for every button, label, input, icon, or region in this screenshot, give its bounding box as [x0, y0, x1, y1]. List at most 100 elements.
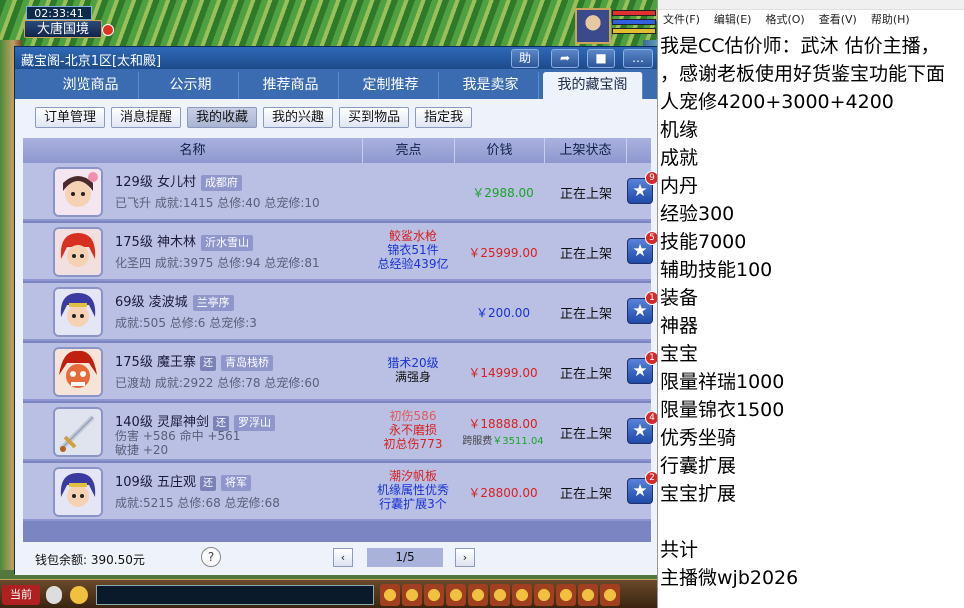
item-stats: 成就:505 总修:6 总宠修:3 — [115, 314, 257, 331]
shortcut-icon[interactable] — [468, 584, 488, 606]
prev-page-button[interactable]: ‹ — [333, 548, 353, 567]
tab-custom[interactable]: 定制推荐 — [343, 72, 439, 99]
shortcut-icon[interactable] — [556, 584, 576, 606]
shortcut-icon[interactable] — [424, 584, 444, 606]
highlight-text: 初总伤773 — [383, 437, 443, 451]
notepad-line: 限量祥瑞1000 — [660, 371, 785, 393]
subtabs: 订单管理 消息提醒 我的收藏 我的兴趣 买到物品 指定我 — [35, 107, 473, 128]
hp-bar — [612, 10, 656, 16]
subtab-interests[interactable]: 我的兴趣 — [263, 107, 334, 128]
sp-bar — [612, 28, 656, 34]
shortcut-icon[interactable] — [534, 584, 554, 606]
table-row[interactable]: 109级 五庄观还将军 成就:5215 总修:68 总宠修:68 潮汐帆板 机缘属性优… — [23, 463, 659, 521]
tab-browse[interactable]: 浏览商品 — [43, 72, 139, 99]
item-stats-line: 已飞升 成就:1415 总修:40 总宠修:10 — [115, 196, 320, 210]
help-button[interactable]: 助 — [511, 49, 539, 68]
item-avatar[interactable] — [53, 407, 103, 457]
table-row[interactable]: 129级 女儿村 成都府已飞升 成就:1415 总修:40 总宠修:10 ￥2988… — [23, 163, 659, 221]
notepad-line: 我是CC估价师：武沐 估价主播， — [660, 35, 940, 57]
tab-my-pavilion[interactable]: 我的藏宝阁 — [543, 72, 643, 99]
notepad-line: 机缘 — [660, 119, 699, 141]
item-avatar[interactable] — [53, 227, 103, 277]
chat-channel-button[interactable]: 当前 — [2, 585, 40, 605]
item-price: ￥14999.00 — [453, 364, 553, 381]
settings-icon[interactable]: ■ — [587, 49, 615, 68]
shortcut-icon[interactable] — [380, 584, 400, 606]
mp-bar — [612, 19, 656, 25]
help-icon[interactable]: ? — [201, 547, 221, 567]
microphone-icon[interactable] — [46, 586, 62, 604]
main-tabs: 浏览商品 公示期 推荐商品 定制推荐 我是卖家 我的藏宝阁 — [15, 69, 657, 99]
server-badge: 沂水雪山 — [200, 235, 253, 251]
chat-input[interactable] — [96, 585, 374, 605]
subtab-favorites[interactable]: 我的收藏 — [187, 107, 258, 128]
menu-help[interactable]: 帮助(H) — [871, 10, 910, 32]
highlight-text: 行囊扩展3个 — [379, 497, 447, 511]
item-level-school: 140级 灵犀神剑 — [115, 415, 209, 430]
highlight-text: 猎术20级 — [387, 356, 439, 370]
chat-icon[interactable]: … — [623, 49, 653, 68]
notepad-text-area[interactable]: 我是CC估价师：武沐 估价主播， ，感谢老板使用好货鉴宝功能下面 人宠修4200+3… — [658, 32, 964, 592]
item-title[interactable]: 109级 五庄观还将军 — [115, 471, 251, 491]
highlight-text: 鲛鲨水枪 — [388, 229, 437, 243]
item-avatar[interactable] — [53, 347, 103, 397]
next-page-button[interactable]: › — [455, 548, 475, 567]
col-name: 名称 — [23, 138, 363, 163]
col-highlight: 亮点 — [363, 138, 455, 163]
highlight-text: 永不磨损 — [388, 423, 437, 437]
item-avatar[interactable] — [53, 287, 103, 337]
share-icon[interactable]: ➦ — [551, 49, 579, 68]
tab-recommended[interactable]: 推荐商品 — [243, 72, 339, 99]
item-title[interactable]: 175级 魔王寨还青岛栈桥 — [115, 351, 273, 371]
item-price: ￥18888.00 跨服费￥3511.04 — [453, 415, 553, 447]
favorites-table: 名称 亮点 价钱 上架状态 129级 女儿村 成都府 已飞升 成就:1415 总修:… — [23, 138, 659, 542]
shortcut-icon[interactable] — [446, 584, 466, 606]
shortcut-bar — [380, 584, 620, 606]
price-value: ￥18888.00 — [468, 417, 538, 431]
listing-status: 正在上架 — [559, 367, 612, 382]
menu-edit[interactable]: 编辑(E) — [714, 10, 752, 32]
tab-seller[interactable]: 我是卖家 — [443, 72, 539, 99]
subtab-orders[interactable]: 订单管理 — [35, 107, 106, 128]
map-name-button[interactable]: 大唐国境 — [24, 20, 102, 38]
menu-view[interactable]: 查看(V) — [819, 10, 857, 32]
listing-status: 正在上架 — [559, 247, 612, 262]
highlight-text: 潮汐帆板 — [388, 469, 437, 483]
wallet-balance: 钱包余额: 390.50元 — [35, 553, 145, 567]
item-title[interactable]: 129级 女儿村 成都府 — [115, 171, 242, 191]
highlight-text: 锦衣51件 — [387, 243, 439, 257]
item-stats: 化圣四 成就:3975 总修:94 总宠修:81 — [115, 254, 320, 271]
item-level-school: 175级 魔王寨 — [115, 355, 196, 370]
page-indicator: 1/5 — [367, 548, 443, 567]
table-row[interactable]: 175级 魔王寨还青岛栈桥 已渡劫 成就:2922 总修:78 总宠修:60 猎术2… — [23, 343, 659, 401]
menu-format[interactable]: 格式(O) — [765, 10, 804, 32]
subtab-purchased[interactable]: 买到物品 — [339, 107, 410, 128]
item-highlights: 鲛鲨水枪 锦衣51件 总经验439亿 — [363, 229, 463, 271]
price-value: ￥2988.00 — [472, 186, 534, 200]
subtab-messages[interactable]: 消息提醒 — [111, 107, 182, 128]
shortcut-icon[interactable] — [512, 584, 532, 606]
shortcut-icon[interactable] — [578, 584, 598, 606]
menu-file[interactable]: 文件(F) — [663, 10, 700, 32]
item-title[interactable]: 69级 凌波城 兰亭序 — [115, 291, 234, 311]
shortcut-icon[interactable] — [490, 584, 510, 606]
item-title[interactable]: 140级 灵犀神剑还罗浮山 — [115, 411, 275, 431]
item-avatar[interactable] — [53, 467, 103, 517]
map-marker-icon[interactable] — [102, 24, 114, 36]
subtab-assigned[interactable]: 指定我 — [415, 107, 473, 128]
table-row[interactable]: 69级 凌波城 兰亭序 成就:505 总修:6 总宠修:3 ￥200.00 正在上架 ★ 1 — [23, 283, 659, 341]
item-avatar[interactable] — [53, 167, 103, 217]
server-badge: 兰亭序 — [192, 295, 234, 311]
shortcut-icon[interactable] — [402, 584, 422, 606]
emoji-icon[interactable] — [70, 586, 88, 604]
player-portrait[interactable] — [575, 8, 611, 44]
notepad-line: 优秀坐骑 — [660, 427, 737, 449]
item-title[interactable]: 175级 神木林 沂水雪山 — [115, 231, 253, 251]
item-stats-line: 伤害 +586 命中 +561 — [115, 429, 241, 443]
treasure-pavilion-window: 藏宝阁-北京1区[太和殿] 助 ➦ ■ … 浏览商品 公示期 推荐商品 定制推荐… — [14, 46, 659, 575]
shortcut-icon[interactable] — [600, 584, 620, 606]
tab-public[interactable]: 公示期 — [143, 72, 239, 99]
content-panel: 订单管理 消息提醒 我的收藏 我的兴趣 买到物品 指定我 名称 亮点 价钱 上架… — [15, 99, 659, 575]
table-row[interactable]: 175级 神木林 沂水雪山化圣四 成就:3975 总修:94 总宠修:81 鲛鲨水枪… — [23, 223, 659, 281]
table-row[interactable]: 140级 灵犀神剑还罗浮山 伤害 +586 命中 +561 敏捷 +20 初伤586 永… — [23, 403, 659, 461]
